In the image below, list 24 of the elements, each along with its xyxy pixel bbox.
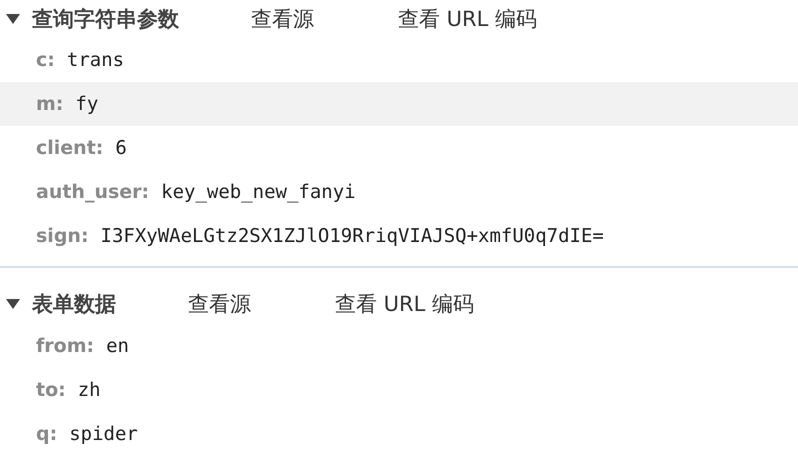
param-key: m: <box>36 90 64 118</box>
param-value: fy <box>75 92 98 117</box>
param-value: spider <box>69 422 138 447</box>
view-source-link[interactable]: 查看源 <box>251 8 314 30</box>
param-key: c: <box>36 46 55 74</box>
param-key: to: <box>36 376 66 404</box>
param-key: from: <box>36 332 94 360</box>
view-source-link[interactable]: 查看 URL 编码 <box>335 293 474 315</box>
param-value: trans <box>66 48 124 73</box>
param-key: q: <box>36 420 58 448</box>
collapse-triangle-icon[interactable] <box>6 298 20 310</box>
param-value: I3FXyWAeLGtz2SX1ZJlO19RriqVIAJSQ+xmfU0q7dIE= <box>100 224 604 249</box>
section-title: 查询字符串参数 <box>32 8 179 30</box>
param-value: en <box>106 334 129 359</box>
param-key: sign: <box>36 222 89 250</box>
section-title: 表单数据 <box>32 293 116 315</box>
param-key: auth_user: <box>36 178 150 206</box>
view-source-link[interactable]: 查看源 <box>188 293 251 315</box>
view-source-link[interactable]: 查看 URL 编码 <box>398 8 538 30</box>
param-key: client: <box>36 134 104 162</box>
collapse-triangle-icon[interactable] <box>6 13 20 25</box>
param-value: key_web_new_fanyi <box>161 180 356 205</box>
param-value: 6 <box>115 136 127 161</box>
param-value: zh <box>78 378 101 403</box>
